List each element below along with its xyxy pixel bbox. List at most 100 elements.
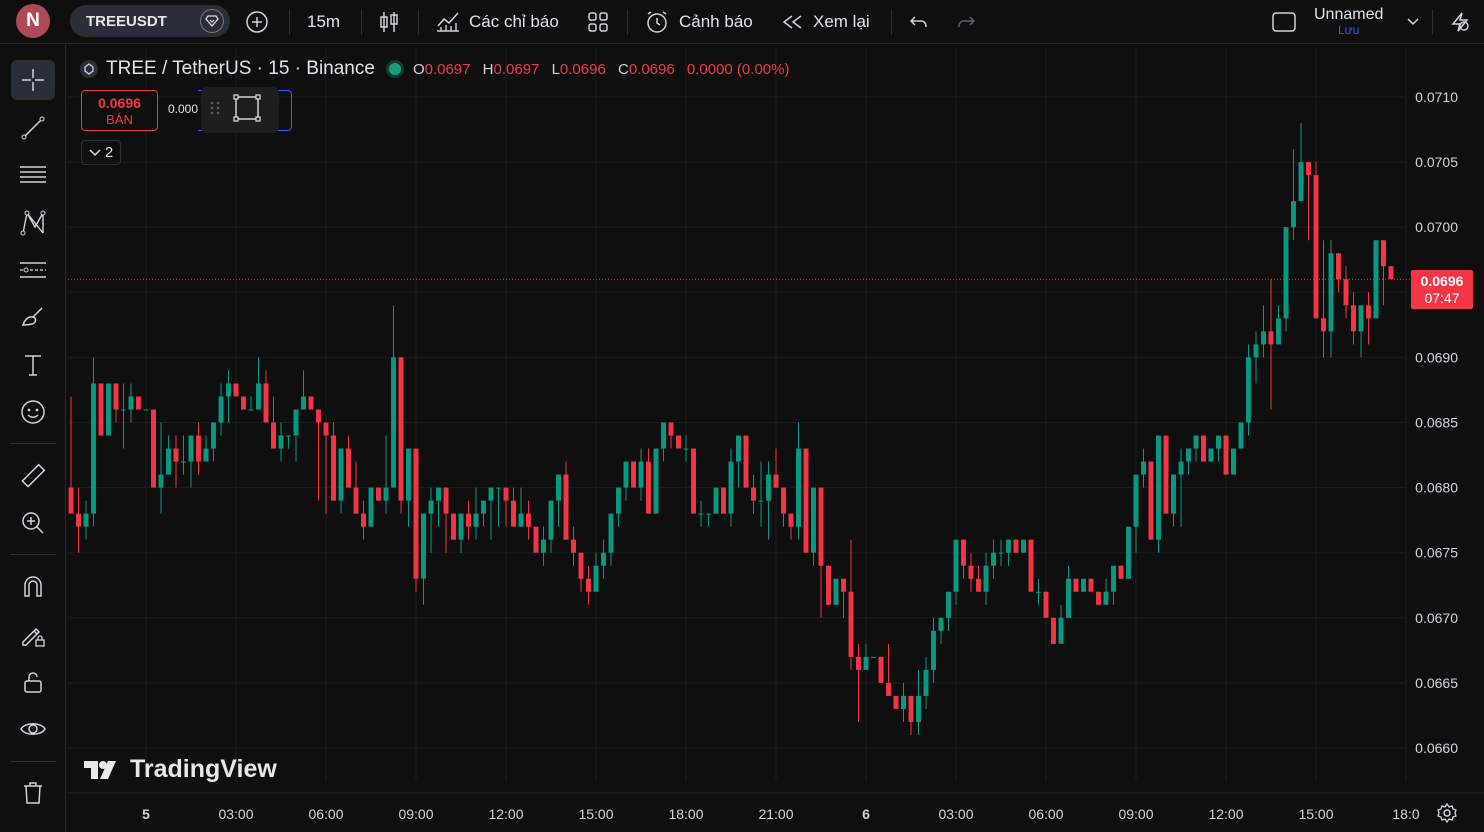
trash-icon[interactable] <box>11 773 55 813</box>
alarm-clock-icon <box>647 11 667 33</box>
candle-body <box>878 656 884 683</box>
candle-body <box>481 500 486 514</box>
candle-body <box>286 435 291 437</box>
forecast-icon[interactable] <box>11 250 55 290</box>
candle-body <box>323 422 329 436</box>
xabcd-pattern-icon[interactable] <box>11 203 55 243</box>
candlestick-chart[interactable]: 0.07100.07050.07000.06950.06900.06850.06… <box>68 48 1484 832</box>
candle-body <box>803 448 809 553</box>
user-avatar[interactable]: N <box>16 4 50 38</box>
coin-logo-icon <box>80 60 98 78</box>
candle-body <box>368 487 374 527</box>
candle-body <box>293 409 299 436</box>
text-icon[interactable] <box>11 345 55 385</box>
candle-body <box>616 487 621 514</box>
candle-body <box>1141 461 1146 475</box>
lock-drawing-icon[interactable] <box>11 614 55 654</box>
add-symbol-icon[interactable] <box>244 0 270 44</box>
candle-body <box>698 513 704 515</box>
replay-button[interactable]: Xem lại <box>781 0 870 44</box>
candle-body <box>676 435 681 449</box>
candle-body <box>1238 422 1244 449</box>
candle-body <box>766 474 771 501</box>
lock-icon[interactable] <box>11 662 55 702</box>
select-area-icon[interactable] <box>232 93 262 128</box>
candle-body <box>661 422 666 449</box>
layouts-grid-icon[interactable] <box>587 0 609 44</box>
layout-window-icon[interactable] <box>1271 0 1297 44</box>
candle-body <box>1066 578 1071 618</box>
price-chart[interactable]: 0.07100.07050.07000.06950.06900.06850.06… <box>68 48 1484 832</box>
diamond-icon[interactable] <box>200 9 224 33</box>
candle-body <box>1343 279 1349 306</box>
candle-body <box>1103 591 1109 605</box>
eye-icon[interactable] <box>11 709 55 749</box>
drag-handle-icon[interactable] <box>210 100 220 121</box>
candle-body <box>751 487 756 501</box>
candle-body <box>728 461 734 514</box>
candle-body <box>886 682 891 696</box>
candle-body <box>226 383 231 397</box>
candle-body <box>781 487 786 514</box>
indicators-button[interactable]: Các chỉ báo <box>435 0 559 44</box>
magnet-icon[interactable] <box>11 566 55 606</box>
candle-body <box>151 409 156 488</box>
candle-body <box>1336 253 1341 280</box>
candle-body <box>953 539 959 592</box>
tradingview-logo[interactable]: TradingView <box>84 755 277 784</box>
candle-body <box>773 474 779 488</box>
trend-line-icon[interactable] <box>11 108 55 148</box>
candle-body <box>856 656 861 670</box>
sell-label: BÁN <box>106 112 133 127</box>
candle-body <box>1328 253 1334 332</box>
zoom-in-icon[interactable] <box>11 503 55 543</box>
time-axis-label: 03:00 <box>218 806 253 822</box>
candle-body <box>1306 162 1311 176</box>
layout-name-button[interactable]: Unnamed Lưu <box>1314 0 1383 44</box>
candle-body <box>818 487 824 566</box>
candle-body <box>1133 474 1139 527</box>
ruler-icon[interactable] <box>11 456 55 496</box>
symbol-label: TREEUSDT <box>86 12 167 30</box>
candle-body <box>76 513 81 527</box>
chevron-down-icon[interactable] <box>1406 0 1420 44</box>
candle-body <box>233 383 239 397</box>
candle-body <box>121 409 126 411</box>
candle-body <box>301 396 306 410</box>
candle-body <box>496 487 501 489</box>
candle-body <box>631 461 636 488</box>
price-axis-label: 0.0665 <box>1415 675 1458 691</box>
fib-levels-icon[interactable] <box>11 155 55 195</box>
candle-body <box>263 383 269 423</box>
brush-icon[interactable] <box>11 297 55 337</box>
symbol-title[interactable]: TREE / TetherUS · 15 · Binance <box>106 58 375 80</box>
indicators-icon <box>437 12 459 32</box>
alerts-button[interactable]: Cảnh báo <box>644 0 753 44</box>
candle-body <box>383 487 389 501</box>
floating-toolbar <box>201 87 279 133</box>
redo-icon[interactable] <box>955 0 977 44</box>
collapsed-count: 2 <box>104 144 114 161</box>
candle-body <box>106 383 111 436</box>
candle-body <box>796 448 801 527</box>
crosshair-icon[interactable] <box>11 60 55 100</box>
candle-body <box>983 565 989 592</box>
symbol-search-button[interactable]: TREEUSDT <box>70 5 230 37</box>
quick-search-icon[interactable] <box>1448 0 1472 44</box>
undo-icon[interactable] <box>908 0 930 44</box>
time-axis-label: 15:00 <box>1298 806 1333 822</box>
interval-button[interactable]: 15m <box>307 0 340 44</box>
candlestick-type-icon[interactable] <box>378 0 400 44</box>
candle-body <box>278 435 284 449</box>
time-axis-label: 09:00 <box>1118 806 1153 822</box>
emoji-icon[interactable] <box>11 392 55 432</box>
candle-body <box>1358 305 1364 332</box>
indicators-collapse-button[interactable]: 2 <box>81 140 121 165</box>
price-axis-label: 0.0710 <box>1415 89 1458 105</box>
sell-button[interactable]: 0.0696 BÁN <box>81 90 158 131</box>
candle-body <box>1313 175 1319 319</box>
candle-body <box>1036 591 1041 593</box>
chart-settings-icon[interactable] <box>1436 802 1458 829</box>
price-axis-label: 0.0675 <box>1415 545 1458 561</box>
candle-body <box>518 513 524 527</box>
